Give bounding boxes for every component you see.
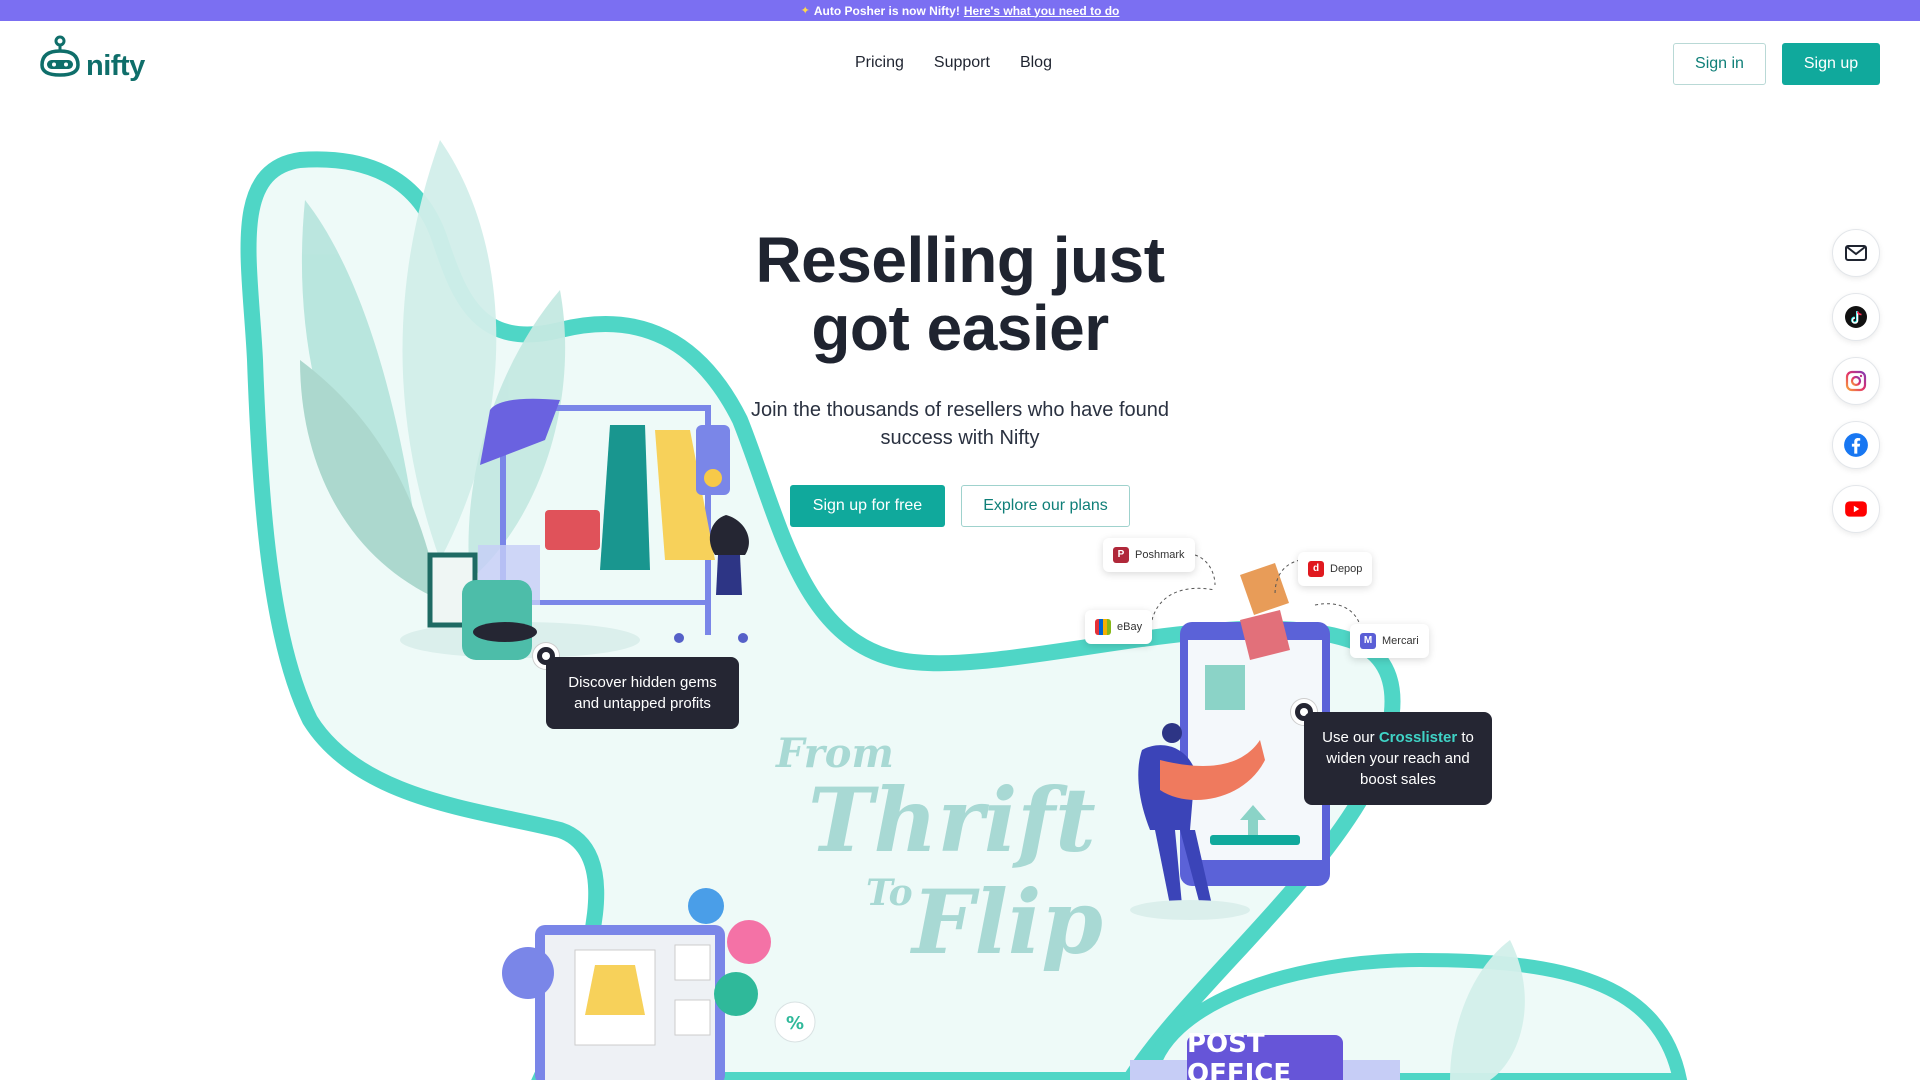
hero-subtitle: Join the thousands of resellers who have… bbox=[750, 399, 1170, 449]
nav-pricing[interactable]: Pricing bbox=[855, 54, 904, 72]
hero-title-line2: got easier bbox=[811, 292, 1109, 364]
to-text: To bbox=[866, 872, 913, 914]
site-header: nifty Pricing Support Blog Sign in Sign … bbox=[0, 21, 1920, 107]
youtube-button[interactable] bbox=[1832, 485, 1880, 533]
announcement-link[interactable]: Here's what you need to do bbox=[964, 4, 1120, 18]
instagram-icon bbox=[1845, 370, 1867, 392]
chip-ebay-label: eBay bbox=[1117, 621, 1143, 633]
svg-text:%: % bbox=[786, 1013, 804, 1034]
explore-plans-button[interactable]: Explore our plans bbox=[961, 485, 1130, 527]
sign-up-free-button[interactable]: Sign up for free bbox=[790, 485, 945, 527]
youtube-icon bbox=[1845, 501, 1867, 517]
chip-poshmark: P Poshmark bbox=[1103, 538, 1195, 572]
thrift-text: Thrift bbox=[808, 768, 1096, 872]
callout-gems-text: Discover hidden gems and untapped profit… bbox=[568, 674, 717, 712]
announcement-bar: ✦ Auto Posher is now Nifty! Here's what … bbox=[0, 0, 1920, 21]
facebook-button[interactable] bbox=[1832, 421, 1880, 469]
chip-depop: d Depop bbox=[1298, 552, 1373, 586]
instagram-button[interactable] bbox=[1832, 357, 1880, 405]
sign-up-button[interactable]: Sign up bbox=[1782, 43, 1880, 85]
mail-icon bbox=[1845, 245, 1867, 261]
ebay-icon bbox=[1095, 619, 1111, 635]
hero-title: Reselling just got easier bbox=[700, 226, 1220, 362]
tiktok-icon bbox=[1845, 306, 1867, 328]
callout-crosslister: Use our Crosslister to widen your reach … bbox=[1304, 712, 1492, 805]
callout-gems: Discover hidden gems and untapped profit… bbox=[546, 657, 739, 729]
crosslister-highlight: Crosslister bbox=[1378, 729, 1458, 746]
nav-blog[interactable]: Blog bbox=[1020, 54, 1052, 72]
tiktok-button[interactable] bbox=[1832, 293, 1880, 341]
sparkle-icon: ✦ bbox=[800, 5, 810, 17]
facebook-icon bbox=[1844, 433, 1868, 457]
mercari-icon: M bbox=[1360, 633, 1376, 649]
chip-mercari: M Mercari bbox=[1350, 624, 1429, 658]
main-nav: Pricing Support Blog bbox=[855, 54, 1052, 72]
chip-ebay: eBay bbox=[1085, 610, 1153, 644]
sign-in-button[interactable]: Sign in bbox=[1673, 43, 1766, 85]
chip-poshmark-label: Poshmark bbox=[1135, 549, 1185, 561]
post-office-sign: POST OFFICE bbox=[1187, 1029, 1343, 1080]
announcement-text: Auto Posher is now Nifty! bbox=[813, 3, 960, 18]
mail-button[interactable] bbox=[1832, 229, 1880, 277]
crosslister-pre: Use our bbox=[1322, 729, 1375, 746]
flip-text: Flip bbox=[912, 870, 1103, 974]
robot-logo-icon bbox=[40, 35, 80, 77]
nav-support[interactable]: Support bbox=[934, 54, 990, 72]
chip-mercari-label: Mercari bbox=[1382, 635, 1419, 647]
logo[interactable]: nifty bbox=[38, 35, 145, 81]
logo-wordmark: nifty bbox=[86, 50, 145, 82]
depop-icon: d bbox=[1308, 561, 1324, 577]
poshmark-icon: P bbox=[1113, 547, 1129, 563]
chip-depop-label: Depop bbox=[1330, 563, 1363, 575]
hero-title-line1: Reselling just bbox=[755, 224, 1165, 296]
